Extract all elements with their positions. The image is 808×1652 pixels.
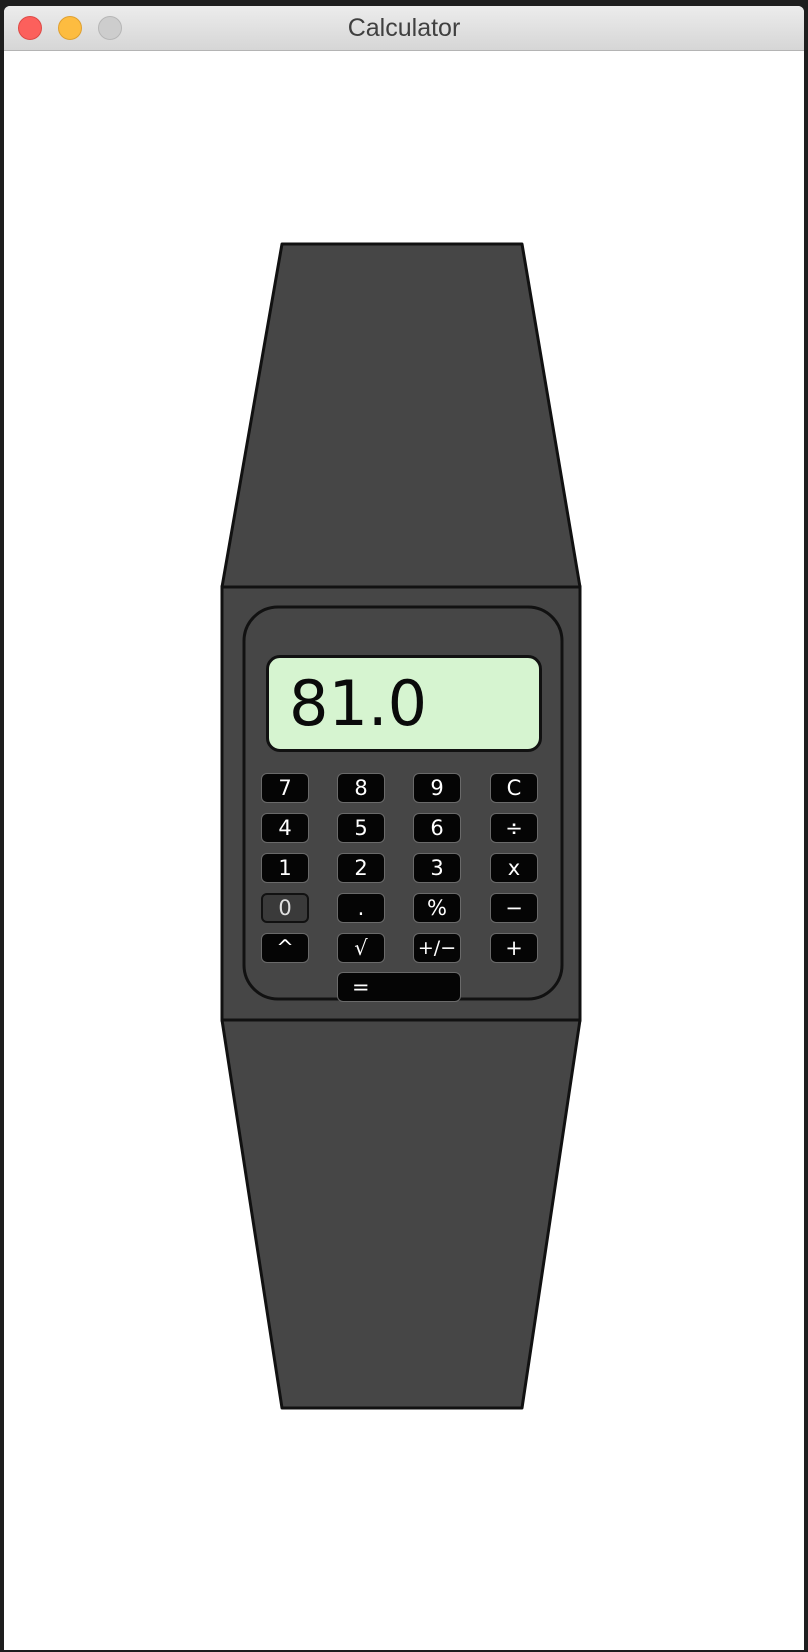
square-root-button[interactable]: √ — [337, 933, 385, 963]
key-0[interactable]: 0 — [261, 893, 309, 923]
multiply-button[interactable]: x — [490, 853, 538, 883]
key-9[interactable]: 9 — [413, 773, 461, 803]
upper-strap — [220, 242, 582, 589]
key-8[interactable]: 8 — [337, 773, 385, 803]
percent-button[interactable]: % — [413, 893, 461, 923]
subtract-button[interactable]: − — [490, 893, 538, 923]
lower-strap — [220, 1018, 582, 1410]
watch-body — [220, 242, 582, 1410]
key-7[interactable]: 7 — [261, 773, 309, 803]
key-5[interactable]: 5 — [337, 813, 385, 843]
clear-button[interactable]: C — [490, 773, 538, 803]
divide-button[interactable]: ÷ — [490, 813, 538, 843]
key-1[interactable]: 1 — [261, 853, 309, 883]
equals-button[interactable]: = — [337, 972, 461, 1002]
title-bar[interactable]: Calculator — [4, 6, 804, 51]
window-title: Calculator — [347, 14, 461, 42]
key-6[interactable]: 6 — [413, 813, 461, 843]
negate-button[interactable]: +/− — [413, 933, 461, 963]
watch-calculator: 81.0 7 8 9 C 4 5 6 ÷ 1 2 3 x 0 . % − ^ √… — [4, 50, 804, 1650]
decimal-button[interactable]: . — [337, 893, 385, 923]
key-3[interactable]: 3 — [413, 853, 461, 883]
key-2[interactable]: 2 — [337, 853, 385, 883]
key-4[interactable]: 4 — [261, 813, 309, 843]
display-value: 81.0 — [289, 667, 428, 740]
calculator-display: 81.0 — [266, 655, 542, 752]
power-button[interactable]: ^ — [261, 933, 309, 963]
add-button[interactable]: + — [490, 933, 538, 963]
calculator-window: Calculator 81.0 7 8 9 C 4 5 6 ÷ 1 2 3 x … — [4, 6, 804, 1650]
